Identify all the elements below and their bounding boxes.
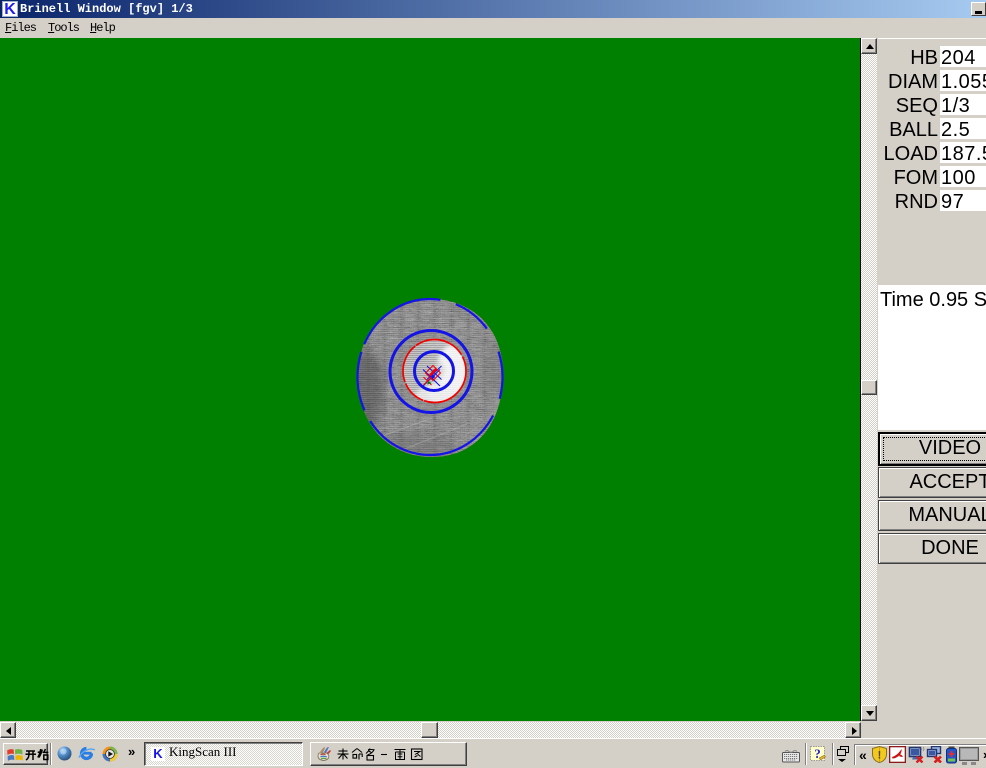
svg-text:!: ! — [878, 750, 882, 762]
